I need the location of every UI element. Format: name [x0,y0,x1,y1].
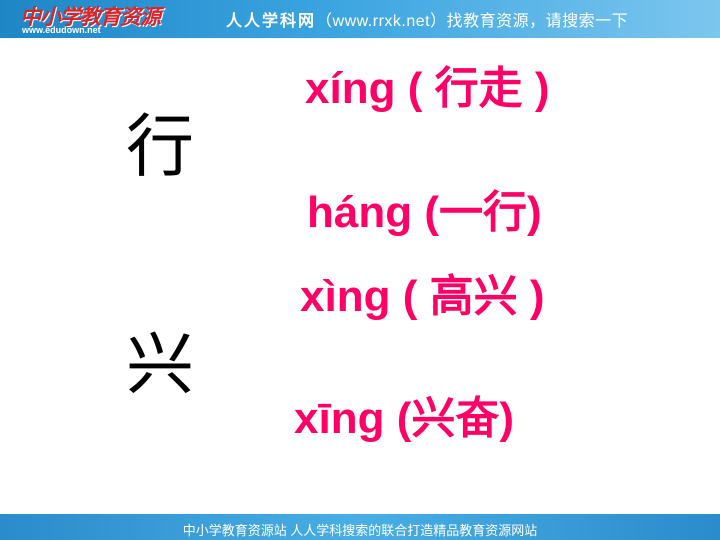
banner-slogan: 人人学科网（www.rrxk.net）找教育资源，请搜索一下 [226,7,628,31]
header-banner: 中小学教育资源 www.edudown.net 人人学科网（www.rrxk.n… [0,0,720,38]
paren-close: ) [499,394,514,443]
reading-xing-happy: xìng ( 高兴 ) [300,272,544,322]
reading-xing-excited: xīng (兴奋) [294,394,514,444]
paren-close: ) [534,64,550,113]
pinyin: xīng [294,394,385,443]
pinyin: xíng [305,64,396,113]
slide-content: 行 xíng ( 行走 ) háng (一行) 兴 xìng ( 高兴 ) xī… [0,38,720,514]
paren-open: ( [396,394,412,443]
slogan-text: （www.rrxk.net）找教育资源，请搜索一下 [316,13,629,30]
footer-text: 中小学教育资源站 人人学科搜索的联合打造精品教育资源网站 [182,523,538,538]
site-name[interactable]: 人人学科网 [226,13,316,30]
reading-xing-walk: xíng ( 行走 ) [305,64,549,114]
example-word: 一行 [439,187,527,238]
character-xing: 行 [126,108,195,187]
pinyin: háng [307,188,413,237]
logo-url[interactable]: www.edudown.net [22,25,101,35]
example-word: 兴奋 [411,393,500,444]
paren-open: ( [407,64,423,113]
paren-close: ) [529,272,545,321]
example-word: 行走 [434,63,523,114]
pinyin: xìng [300,272,391,321]
reading-hang-row: háng (一行) [307,188,542,238]
footer-banner: 中小学教育资源站 人人学科搜索的联合打造精品教育资源网站 [0,514,720,540]
paren-close: ) [527,188,542,237]
paren-open: ( [402,272,418,321]
paren-open: ( [424,188,439,237]
example-word: 高兴 [429,271,518,322]
character-xing-rise: 兴 [126,326,195,405]
